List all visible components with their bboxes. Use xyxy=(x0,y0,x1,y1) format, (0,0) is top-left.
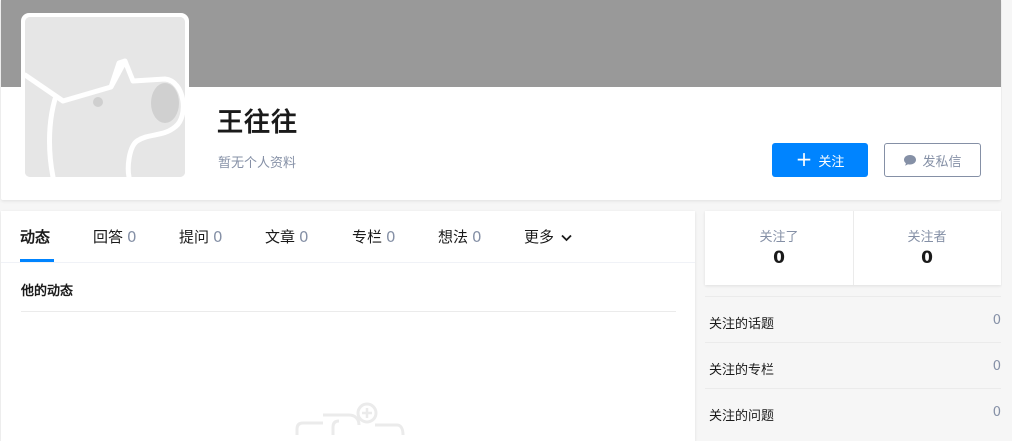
activity-card: 动态 回答 0 提问 0 文章 0 专栏 0 想法 0 更多 他的动态 xyxy=(1,211,695,441)
page-edge xyxy=(1002,0,1012,433)
chat-bubble-icon xyxy=(904,154,917,166)
profile-name: 王往往 xyxy=(217,108,299,138)
divider xyxy=(21,311,676,312)
section-title: 他的动态 xyxy=(21,284,74,299)
tab-activity[interactable]: 动态 xyxy=(20,226,50,247)
following-stat[interactable]: 关注了 0 xyxy=(705,211,853,285)
tab-label: 想法 xyxy=(438,228,469,246)
followers-count: 0 xyxy=(921,248,933,268)
chevron-down-icon xyxy=(561,234,572,241)
list-item-label: 关注的话题 xyxy=(709,317,775,332)
list-item-label: 关注的专栏 xyxy=(709,363,775,378)
followers-label: 关注者 xyxy=(907,230,947,245)
follow-stats-card: 关注了 0 关注者 0 xyxy=(705,211,1001,285)
tab-articles[interactable]: 文章 0 xyxy=(265,226,309,247)
avatar-frame xyxy=(21,13,189,181)
profile-tabs: 动态 回答 0 提问 0 文章 0 专栏 0 想法 0 更多 xyxy=(1,211,695,263)
list-item-count: 0 xyxy=(992,405,1001,420)
tab-count: 0 xyxy=(127,228,137,246)
tab-count: 0 xyxy=(213,228,223,246)
list-item-followed-columns[interactable]: 关注的专栏 0 xyxy=(705,342,1001,388)
following-count: 0 xyxy=(773,248,785,268)
send-message-button[interactable]: 发私信 xyxy=(884,143,981,177)
followed-items-list: 关注的话题 0 关注的专栏 0 关注的问题 0 xyxy=(705,296,1001,434)
list-item-followed-topics[interactable]: 关注的话题 0 xyxy=(705,296,1001,342)
following-label: 关注了 xyxy=(759,230,799,245)
tab-count: 0 xyxy=(472,228,482,246)
tab-answers[interactable]: 回答 0 xyxy=(93,226,137,247)
list-item-label: 关注的问题 xyxy=(709,409,775,424)
list-item-count: 0 xyxy=(992,313,1001,328)
profile-description: 暂无个人资料 xyxy=(218,156,297,171)
avatar[interactable] xyxy=(25,17,185,177)
default-avatar-icon xyxy=(25,17,185,177)
active-tab-indicator xyxy=(20,259,54,262)
tab-count: 0 xyxy=(386,228,396,246)
send-message-label: 发私信 xyxy=(922,154,962,170)
follow-button[interactable]: + 关注 xyxy=(772,143,868,177)
profile-header-card: 王往往 暂无个人资料 + 关注 发私信 xyxy=(1,0,1001,200)
follow-button-label: 关注 xyxy=(818,154,845,170)
tab-label: 回答 xyxy=(93,228,124,246)
followers-stat[interactable]: 关注者 0 xyxy=(853,211,1001,285)
list-item-followed-questions[interactable]: 关注的问题 0 xyxy=(705,388,1001,434)
tab-label: 更多 xyxy=(524,228,555,246)
plus-icon: + xyxy=(795,147,813,171)
empty-state-icon xyxy=(295,402,405,436)
tab-columns[interactable]: 专栏 0 xyxy=(352,226,396,247)
tab-label: 提问 xyxy=(179,228,210,246)
list-item-count: 0 xyxy=(992,359,1001,374)
tab-questions[interactable]: 提问 0 xyxy=(179,226,223,247)
tab-label: 文章 xyxy=(265,228,296,246)
tab-more[interactable]: 更多 xyxy=(524,226,572,247)
tab-thoughts[interactable]: 想法 0 xyxy=(438,226,482,247)
tab-label: 专栏 xyxy=(352,228,383,246)
tab-label: 动态 xyxy=(20,228,51,246)
tab-count: 0 xyxy=(299,228,309,246)
